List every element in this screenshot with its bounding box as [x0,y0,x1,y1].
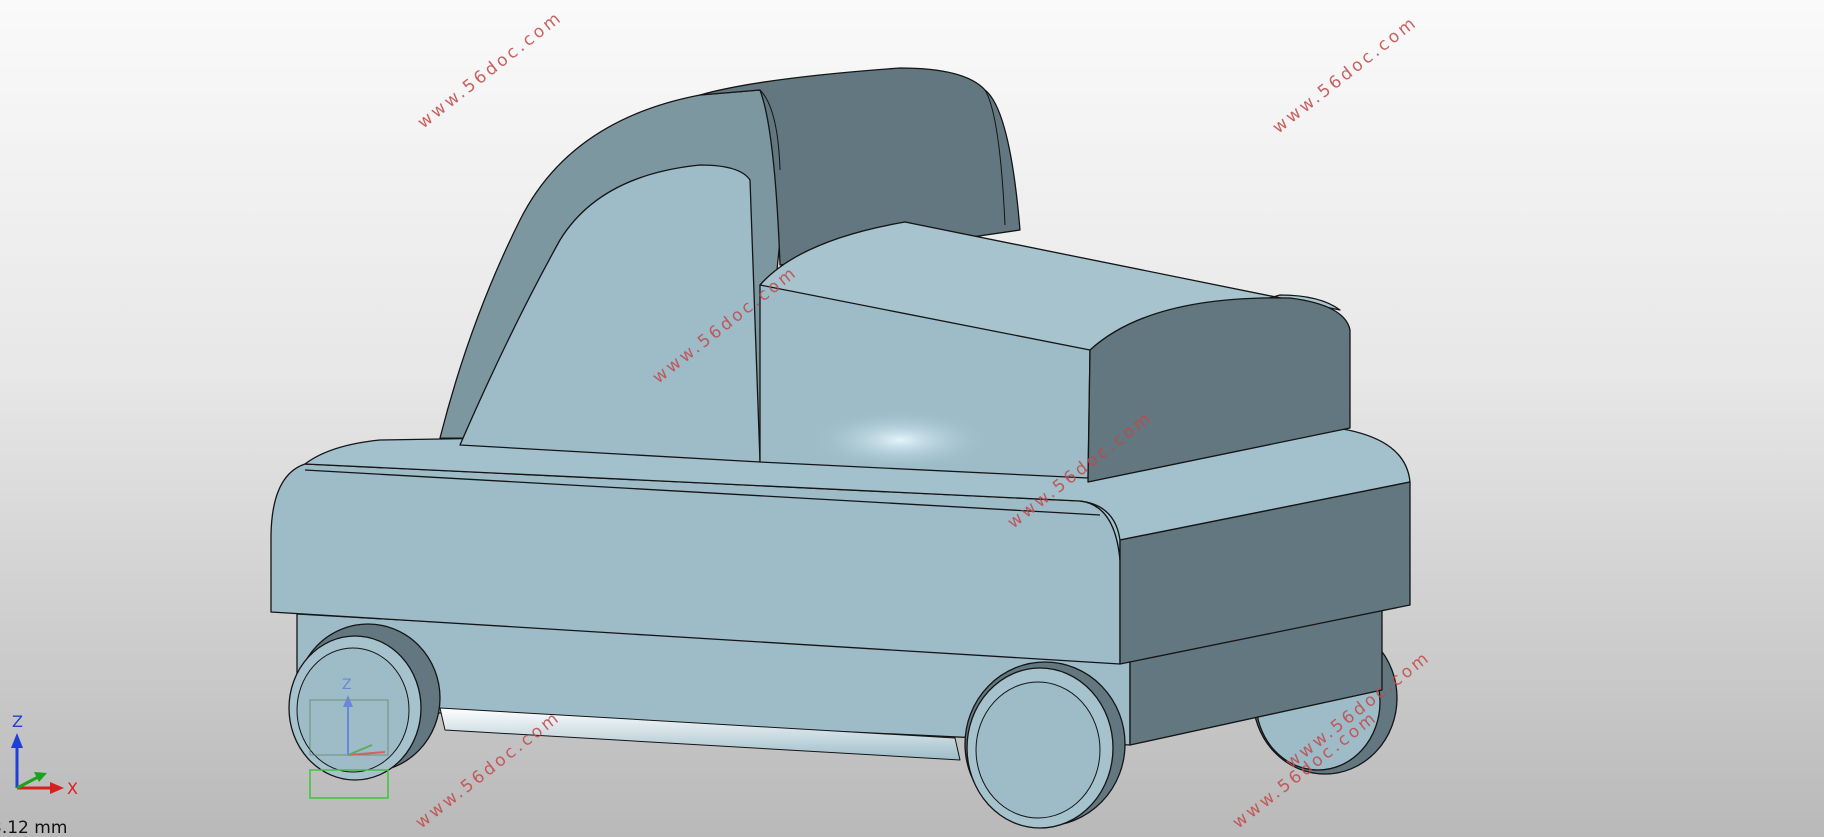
axis-x-label: X [67,779,78,798]
scale-readout: 3.12 mm [0,818,68,837]
axis-triad [11,733,64,794]
wheel-middle [964,661,1126,829]
3d-viewport[interactable]: Z X Z www.56doc.com www.56doc.com www.56… [0,0,1824,837]
axis-z-label: Z [12,712,23,731]
truck-model[interactable] [0,0,1824,837]
mini-triad-z-label: Z [342,677,352,693]
